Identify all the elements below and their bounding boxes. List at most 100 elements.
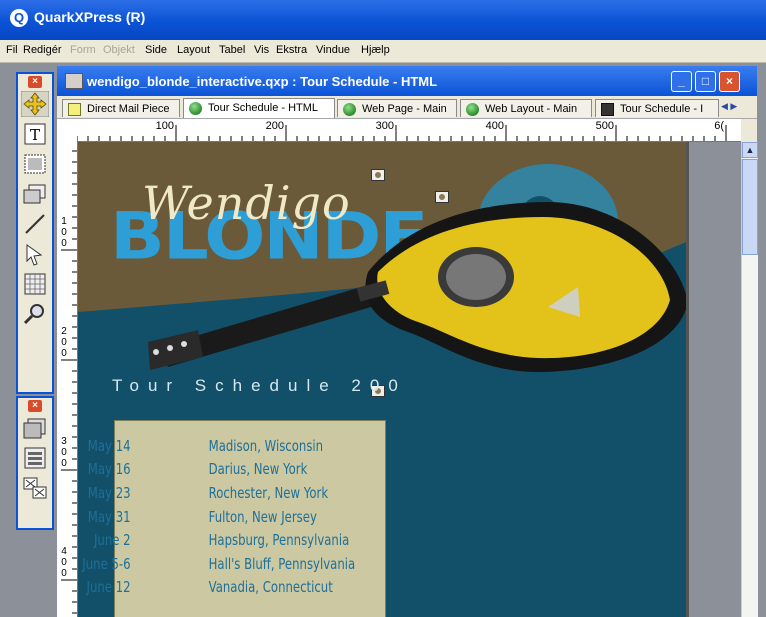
menu-objekt: Objekt <box>103 44 135 56</box>
schedule-city: Vanadia, Connecticut <box>208 578 333 596</box>
menu-bar: Fil Redigér Form Objekt Side Layout Tabe… <box>0 40 766 63</box>
tab-label: Tour Schedule - HTML <box>208 102 319 114</box>
ruler-label: 3 <box>61 436 67 447</box>
schedule-date: May 31 <box>87 508 131 526</box>
schedule-city: Fulton, New Jersey <box>208 508 317 526</box>
layout-canvas[interactable]: BLONDE Wendigo Tour Schedule 200 May 14 … <box>78 142 741 617</box>
ruler-label: 2 <box>61 326 67 337</box>
picture-box-tool-icon[interactable] <box>21 151 49 177</box>
minimize-button[interactable]: _ <box>671 71 692 92</box>
maximize-button[interactable]: □ <box>695 71 716 92</box>
close-button[interactable]: × <box>719 71 740 92</box>
schedule-city: Madison, Wisconsin <box>208 437 324 455</box>
schedule-date: June 12 <box>86 578 131 596</box>
schedule-date: May 23 <box>87 484 131 502</box>
tab-direct-mail-piece[interactable]: Direct Mail Piece <box>62 99 180 117</box>
ruler-label: 200 <box>266 120 284 132</box>
ruler-label: 6( <box>714 120 724 132</box>
document-title-bar[interactable]: wendigo_blonde_interactive.qxp : Tour Sc… <box>57 66 757 96</box>
schedule-city: Darius, New York <box>208 460 308 478</box>
web-layout-icon <box>466 103 479 116</box>
zoom-tool-icon[interactable] <box>21 301 49 327</box>
tab-web-layout-main[interactable]: Web Layout - Main <box>460 99 592 117</box>
menu-tabel[interactable]: Tabel <box>219 44 245 56</box>
schedule-date: June 5-6 <box>82 555 131 573</box>
table-row: May 16 Darius, New York <box>88 460 326 482</box>
ruler-label: 0 <box>61 227 67 238</box>
text-tool-icon[interactable]: T <box>21 121 49 147</box>
tour-heading[interactable]: Tour Schedule 200 <box>112 376 407 396</box>
schedule-city: Hall's Bluff, Pennsylvania <box>208 555 356 573</box>
page-shadow <box>686 142 689 617</box>
schedule-city: Hapsburg, Pennsylvania <box>208 531 350 549</box>
menu-hjaelp[interactable]: Hjælp <box>361 44 390 56</box>
tools-palette: × T <box>16 72 54 394</box>
layout-page[interactable]: BLONDE Wendigo Tour Schedule 200 May 14 … <box>78 142 686 617</box>
horizontal-ruler[interactable]: 100 200 300 400 500 6( <box>77 119 741 142</box>
document-icon <box>65 73 83 89</box>
layout-tabs: Direct Mail Piece Tour Schedule - HTML W… <box>57 96 757 119</box>
ruler-label: 4 <box>61 546 67 557</box>
menu-ekstra[interactable]: Ekstra <box>276 44 307 56</box>
ruler-label: 0 <box>61 238 67 249</box>
ruler-label: 0 <box>61 557 67 568</box>
menu-vindue[interactable]: Vindue <box>316 44 350 56</box>
interactive-layout-icon <box>601 103 614 116</box>
table-row: June 5-6 Hall's Bluff, Pennsylvania <box>82 555 355 577</box>
rollover-tool-icon[interactable] <box>21 415 49 441</box>
image-map-tool-icon[interactable] <box>21 475 49 501</box>
menu-layout[interactable]: Layout <box>177 44 210 56</box>
tab-label: Web Layout - Main <box>485 103 578 115</box>
bezier-tool-icon[interactable] <box>21 241 49 267</box>
tab-scroll-arrows[interactable]: ◀ ▶ <box>721 101 751 115</box>
schedule-date: May 16 <box>87 460 131 478</box>
picture-box-marker[interactable] <box>435 191 449 203</box>
ruler-label: 0 <box>61 337 67 348</box>
print-layout-icon <box>68 103 81 116</box>
schedule-city: Rochester, New York <box>208 484 329 502</box>
vertical-ruler[interactable]: 1 0 0 2 0 0 3 0 0 4 0 0 <box>57 141 78 617</box>
table-row: May 14 Madison, Wisconsin <box>88 437 326 459</box>
menu-fil[interactable]: Fil <box>6 44 18 56</box>
document-title: wendigo_blonde_interactive.qxp : Tour Sc… <box>87 74 438 89</box>
line-tool-icon[interactable] <box>21 211 49 237</box>
scroll-thumb[interactable] <box>742 159 758 255</box>
quark-logo-icon: Q <box>10 9 28 27</box>
tab-tour-schedule-interactive[interactable]: Tour Schedule - I <box>595 99 719 117</box>
picture-box-marker[interactable] <box>371 169 385 181</box>
schedule-date: May 14 <box>87 437 131 455</box>
tab-tour-schedule-html[interactable]: Tour Schedule - HTML <box>183 98 335 118</box>
table-tool-icon[interactable] <box>21 271 49 297</box>
tour-schedule-box[interactable]: May 14 Madison, Wisconsin May 16 Darius,… <box>82 420 386 617</box>
document-window: wendigo_blonde_interactive.qxp : Tour Sc… <box>57 66 758 617</box>
ruler-label: 0 <box>61 458 67 469</box>
ruler-label: 300 <box>376 120 394 132</box>
menu-vis[interactable]: Vis <box>254 44 269 56</box>
ruler-label: 0 <box>61 447 67 458</box>
ruler-label: 0 <box>61 348 67 359</box>
web-layout-icon <box>189 102 202 115</box>
table-row: June 12 Vanadia, Connecticut <box>87 578 333 600</box>
ruler-label: 100 <box>156 120 174 132</box>
web-layout-icon <box>343 103 356 116</box>
table-row: May 31 Fulton, New Jersey <box>88 508 326 530</box>
scroll-up-arrow-icon[interactable]: ▲ <box>742 142 758 158</box>
ruler-label: 500 <box>596 120 614 132</box>
app-title-bar[interactable]: Q QuarkXPress (R) <box>0 0 766 40</box>
app-title: QuarkXPress (R) <box>34 9 146 25</box>
menu-form: Form <box>70 44 96 56</box>
vertical-scrollbar[interactable]: ▲ <box>741 142 758 617</box>
web-tools-palette: × <box>16 396 54 530</box>
ruler-label: 400 <box>486 120 504 132</box>
tab-web-page-main[interactable]: Web Page - Main <box>337 99 457 117</box>
form-tool-icon[interactable] <box>21 445 49 471</box>
ruler-origin[interactable] <box>57 119 78 142</box>
menu-side[interactable]: Side <box>145 44 167 56</box>
tab-label: Direct Mail Piece <box>87 103 170 115</box>
palette2-close-button[interactable]: × <box>28 400 42 412</box>
move-tool-icon[interactable] <box>21 91 49 117</box>
box-tool-icon[interactable] <box>21 181 49 207</box>
menu-rediger[interactable]: Redigér <box>23 44 62 56</box>
tab-label: Tour Schedule - I <box>620 103 704 115</box>
palette-close-button[interactable]: × <box>28 76 42 88</box>
